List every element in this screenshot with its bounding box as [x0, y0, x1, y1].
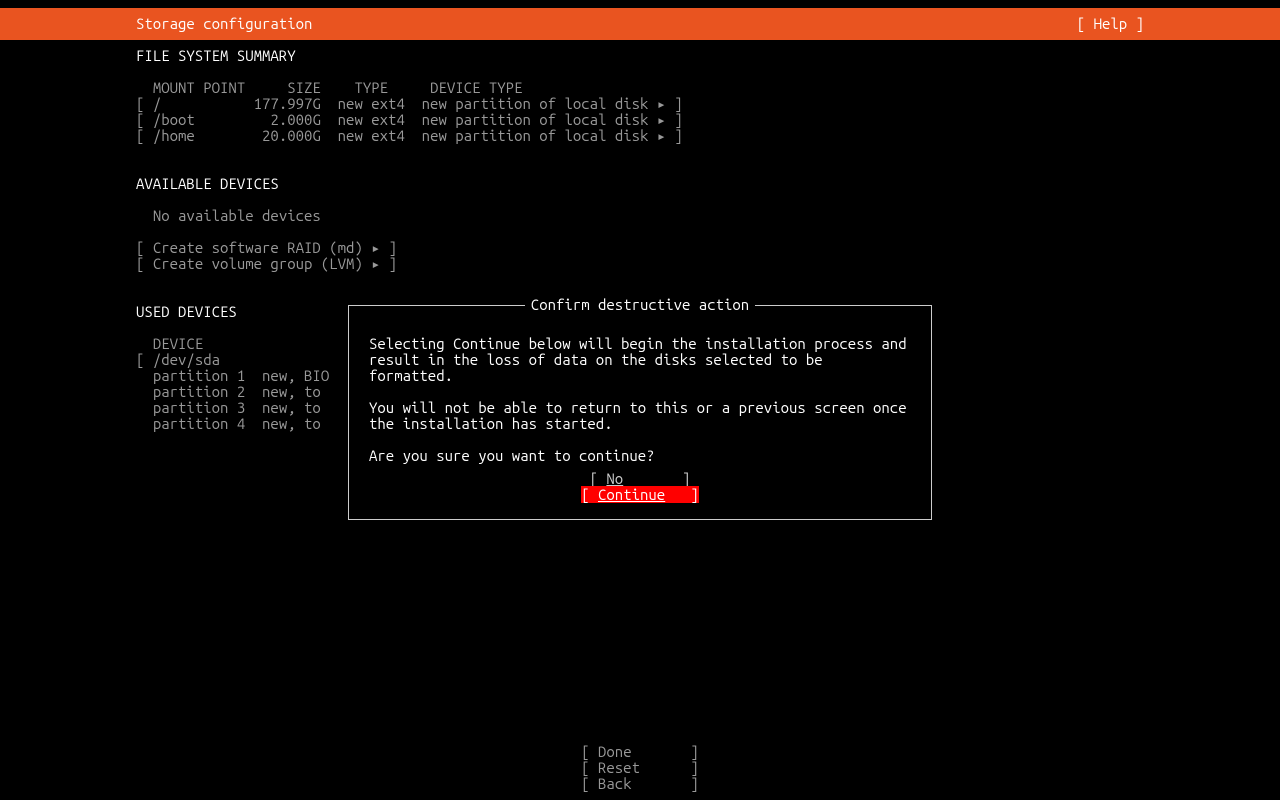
no-available: No available devices	[153, 207, 321, 224]
dialog-text-3: Are you sure you want to continue?	[369, 447, 655, 464]
create-raid[interactable]: [ Create software RAID (md) ▸ ]	[136, 239, 397, 256]
dialog-buttons: [ No ] [ Continue ]	[349, 471, 931, 503]
help-button[interactable]: [ Help ]	[1077, 16, 1144, 32]
fs-row[interactable]: [ / 177.997G new ext4 new partition of l…	[136, 95, 683, 112]
back-button[interactable]: [ Back ]	[581, 775, 699, 792]
header-bar: Storage configuration [ Help ]	[0, 8, 1280, 40]
used-col-device: DEVICE	[153, 335, 203, 352]
fs-col-mount: MOUNT POINT	[153, 79, 245, 96]
partition-row[interactable]: partition 4 new, to	[153, 415, 321, 432]
dialog-title: Confirm destructive action	[525, 297, 755, 313]
dialog-text-2: You will not be able to return to this o…	[369, 399, 915, 432]
fs-row[interactable]: [ /boot 2.000G new ext4 new partition of…	[136, 111, 683, 128]
confirm-dialog: Confirm destructive action Selecting Con…	[348, 305, 932, 520]
partition-row[interactable]: partition 2 new, to	[153, 383, 321, 400]
no-button[interactable]: [ No ]	[590, 470, 691, 487]
fs-col-type: TYPE	[354, 79, 388, 96]
fs-row[interactable]: [ /home 20.000G new ext4 new partition o…	[136, 127, 683, 144]
done-button[interactable]: [ Done ]	[581, 743, 699, 760]
footer-buttons: [ Done ] [ Reset ] [ Back ]	[0, 744, 1280, 792]
fs-col-devtype: DEVICE TYPE	[430, 79, 522, 96]
page-title: Storage configuration	[136, 16, 312, 32]
partition-row[interactable]: partition 3 new, to	[153, 399, 321, 416]
fs-col-size: SIZE	[287, 79, 321, 96]
reset-button[interactable]: [ Reset ]	[581, 759, 699, 776]
create-lvm[interactable]: [ Create volume group (LVM) ▸ ]	[136, 255, 397, 272]
available-title: AVAILABLE DEVICES	[136, 175, 279, 192]
used-title: USED DEVICES	[136, 303, 237, 320]
partition-row[interactable]: partition 1 new, BIO	[153, 367, 329, 384]
dialog-body: Selecting Continue below will begin the …	[369, 336, 911, 464]
continue-button[interactable]: [ Continue ]	[581, 486, 699, 503]
fs-summary-title: FILE SYSTEM SUMMARY	[136, 47, 296, 64]
used-device-row[interactable]: [ /dev/sda	[136, 351, 220, 368]
dialog-text-1: Selecting Continue below will begin the …	[369, 335, 915, 384]
